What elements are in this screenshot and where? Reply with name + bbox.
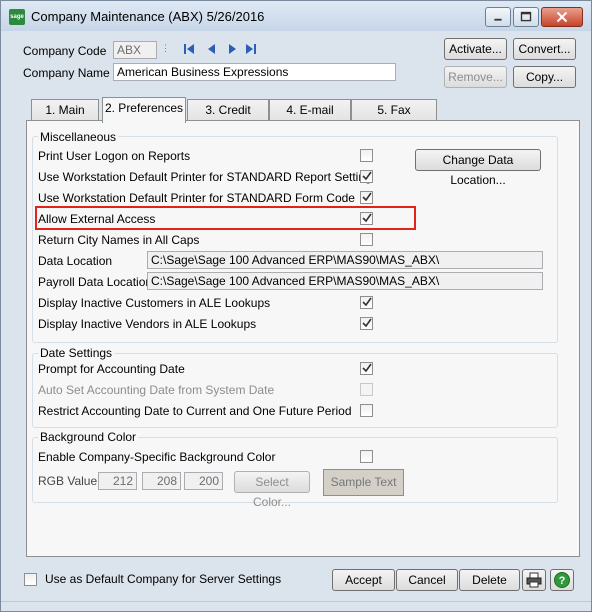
payroll-location-label: Payroll Data Location	[38, 275, 153, 289]
next-record-icon[interactable]	[227, 43, 239, 55]
inactive-customers-label: Display Inactive Customers in ALE Lookup…	[38, 296, 271, 310]
cancel-button[interactable]: Cancel	[396, 569, 458, 591]
rgb-value-label: RGB Value	[38, 474, 98, 488]
change-data-location-button[interactable]: Change Data Location...	[415, 149, 541, 187]
sage-logo-icon: sage	[9, 9, 25, 25]
company-code-label: Company Code	[23, 44, 107, 58]
printer-icon	[526, 572, 542, 588]
checkmark-icon	[362, 192, 372, 202]
enable-background-label: Enable Company-Specific Background Color	[38, 450, 276, 464]
print-logon-checkbox[interactable]	[360, 149, 373, 162]
inactive-vendors-checkbox[interactable]	[360, 317, 373, 330]
enable-background-checkbox[interactable]	[360, 450, 373, 463]
rgb-red-field[interactable]: 212	[98, 472, 137, 490]
background-color-title: Background Color	[38, 430, 139, 444]
help-icon: ?	[554, 572, 570, 588]
checkmark-icon	[362, 297, 372, 307]
maximize-button[interactable]	[513, 7, 539, 27]
company-maintenance-window: sage Company Maintenance (ABX) 5/26/2016…	[0, 0, 592, 612]
select-color-button[interactable]: Select Color...	[234, 471, 310, 509]
return-city-checkbox[interactable]	[360, 233, 373, 246]
footer-divider	[1, 601, 591, 602]
help-button[interactable]: ?	[550, 569, 574, 591]
sample-text-preview: Sample Text	[323, 469, 404, 496]
company-name-field[interactable]: American Business Expressions	[113, 63, 396, 81]
workstation-form-label: Use Workstation Default Printer for STAN…	[38, 191, 355, 205]
delete-button[interactable]: Delete	[459, 569, 520, 591]
workstation-report-label: Use Workstation Default Printer for STAN…	[38, 170, 372, 184]
title-bar: sage Company Maintenance (ABX) 5/26/2016	[1, 1, 591, 31]
prompt-date-checkbox[interactable]	[360, 362, 373, 375]
workstation-report-checkbox[interactable]	[360, 170, 373, 183]
print-logon-label: Print User Logon on Reports	[38, 149, 191, 163]
workstation-form-checkbox[interactable]	[360, 191, 373, 204]
tab-main[interactable]: 1. Main	[31, 99, 99, 121]
checkmark-icon	[362, 363, 372, 373]
previous-record-icon[interactable]	[205, 43, 217, 55]
company-code-field[interactable]: ABX	[113, 41, 157, 59]
default-company-checkbox[interactable]	[24, 573, 37, 586]
lookup-icon[interactable]: ⋮	[161, 43, 170, 54]
window-title: Company Maintenance (ABX) 5/26/2016	[31, 9, 265, 24]
checkmark-icon	[362, 318, 372, 328]
print-button[interactable]	[522, 569, 546, 591]
checkmark-icon	[362, 213, 372, 223]
minimize-button[interactable]	[485, 7, 511, 27]
last-record-icon[interactable]	[245, 43, 257, 55]
rgb-green-field[interactable]: 208	[142, 472, 181, 490]
allow-external-checkbox[interactable]	[360, 212, 373, 225]
miscellaneous-title: Miscellaneous	[38, 130, 119, 144]
return-city-label: Return City Names in All Caps	[38, 233, 200, 247]
data-location-field: C:\Sage\Sage 100 Advanced ERP\MAS90\MAS_…	[147, 251, 543, 269]
remove-button[interactable]: Remove...	[444, 66, 507, 88]
tab-credit-cards[interactable]: 3. Credit Cards	[187, 99, 269, 137]
copy-button[interactable]: Copy...	[513, 66, 576, 88]
tab-email[interactable]: 4. E-mail	[269, 99, 351, 121]
minimize-icon	[494, 18, 502, 21]
close-icon	[556, 11, 568, 23]
rgb-blue-field[interactable]: 200	[184, 472, 223, 490]
inactive-vendors-label: Display Inactive Vendors in ALE Lookups	[38, 317, 257, 331]
first-record-icon[interactable]	[183, 43, 195, 55]
close-button[interactable]	[541, 7, 583, 27]
convert-button[interactable]: Convert...	[513, 38, 576, 60]
checkmark-icon	[362, 171, 372, 181]
default-company-label: Use as Default Company for Server Settin…	[45, 572, 282, 586]
background-color-group	[32, 437, 558, 503]
inactive-customers-checkbox[interactable]	[360, 296, 373, 309]
auto-set-date-checkbox[interactable]	[360, 383, 373, 396]
allow-external-label: Allow External Access	[38, 212, 156, 226]
restrict-date-label: Restrict Accounting Date to Current and …	[38, 404, 352, 418]
svg-text:?: ?	[559, 575, 566, 587]
accept-button[interactable]: Accept	[332, 569, 395, 591]
company-name-label: Company Name	[23, 66, 110, 80]
maximize-icon	[520, 11, 532, 22]
auto-set-date-label: Auto Set Accounting Date from System Dat…	[38, 383, 275, 397]
activate-button[interactable]: Activate...	[444, 38, 507, 60]
data-location-label: Data Location	[38, 254, 113, 268]
restrict-date-checkbox[interactable]	[360, 404, 373, 417]
prompt-date-label: Prompt for Accounting Date	[38, 362, 185, 376]
payroll-location-field: C:\Sage\Sage 100 Advanced ERP\MAS90\MAS_…	[147, 272, 543, 290]
date-settings-title: Date Settings	[38, 346, 115, 360]
tab-fax[interactable]: 5. Fax	[351, 99, 437, 121]
tab-preferences[interactable]: 2. Preferences	[102, 97, 186, 123]
